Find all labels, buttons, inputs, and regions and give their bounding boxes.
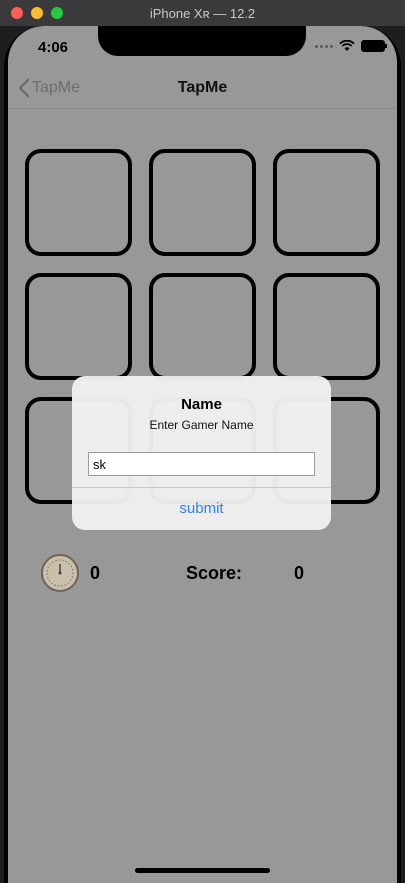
submit-button[interactable]: submit [72,488,331,530]
navigation-bar: TapMe TapMe [8,70,397,109]
alert-title: Name [181,396,222,413]
battery-icon [361,40,387,52]
tap-tile-4[interactable] [25,273,132,380]
status-time: 4:06 [38,39,69,56]
simulator-title: iPhone Xʀ — 12.2 [149,6,256,21]
timer-value: 0 [90,563,101,583]
app-screen: 4:06 TapMe TapMe 0 Score: 0 Name Enter G… [8,26,397,883]
gamer-name-input[interactable] [88,452,315,476]
tap-tile-3[interactable] [273,149,380,256]
status-icons [315,40,387,52]
name-alert-dialog: Name Enter Gamer Name submit [72,376,331,530]
score-value: 0 [294,563,305,583]
alert-message: Enter Gamer Name [149,418,254,432]
tap-tile-6[interactable] [273,273,380,380]
cellular-signal-icon [315,44,333,48]
tap-tile-5[interactable] [149,273,256,380]
stopwatch-icon [41,554,79,592]
tap-tile-1[interactable] [25,149,132,256]
stats-bar: 0 Score: 0 [8,554,397,594]
wifi-icon [339,40,355,51]
home-indicator [135,868,270,873]
notch [98,26,306,56]
simulator-titlebar: iPhone Xʀ — 12.2 [0,0,405,26]
phone-frame: 4:06 TapMe TapMe 0 Score: 0 Name Enter G… [4,26,401,883]
nav-title: TapMe [177,79,228,96]
tap-tile-2[interactable] [149,149,256,256]
score-label: Score: [186,563,243,583]
